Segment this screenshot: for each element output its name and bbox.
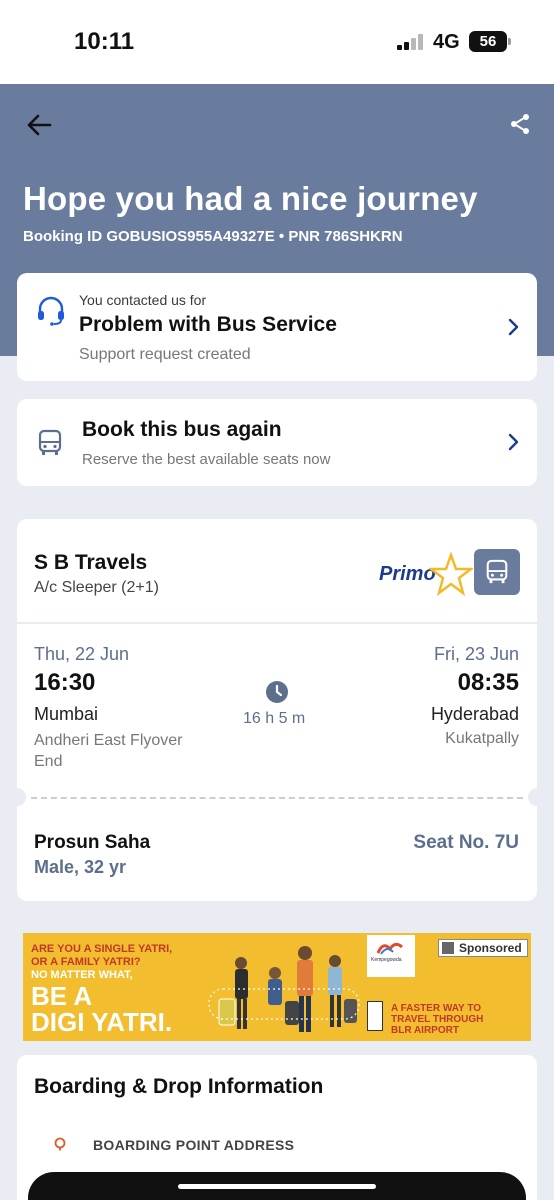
departure-city: Mumbai bbox=[34, 704, 99, 724]
star-icon bbox=[429, 552, 473, 596]
passenger-details: Male, 32 yr bbox=[34, 857, 127, 877]
ad-tagline-line: BLR AIRPORT bbox=[391, 1025, 459, 1036]
ad-headline-line: DIGI YATRI. bbox=[31, 1007, 173, 1037]
ad-headline-line: BE A bbox=[31, 981, 93, 1011]
arrival-city: Hyderabad bbox=[430, 704, 519, 724]
back-arrow-icon[interactable] bbox=[24, 110, 54, 140]
boarding-section-title: Boarding & Drop Information bbox=[34, 1075, 324, 1098]
passenger-name: Prosun Saha bbox=[34, 832, 151, 853]
primo-logo: Primo bbox=[379, 552, 473, 600]
divider bbox=[17, 622, 537, 624]
location-pin-icon bbox=[54, 1137, 66, 1151]
support-title: Problem with Bus Service bbox=[79, 313, 337, 336]
bus-icon bbox=[486, 559, 508, 584]
ad-line: NO MATTER WHAT, bbox=[31, 969, 133, 981]
bus-icon bbox=[38, 429, 62, 455]
network-label: 4G bbox=[433, 31, 460, 53]
arrival-time: 08:35 bbox=[457, 669, 519, 696]
departure-date: Thu, 22 Jun bbox=[34, 644, 130, 664]
bus-type: A/c Sleeper (2+1) bbox=[34, 579, 159, 596]
sponsored-label: Sponsored bbox=[459, 941, 522, 955]
headset-icon bbox=[38, 296, 64, 326]
arrival-date: Fri, 23 Jun bbox=[433, 644, 519, 664]
boarding-point-label: BOARDING POINT ADDRESS bbox=[93, 1137, 295, 1153]
share-icon[interactable] bbox=[508, 112, 532, 136]
ad-tagline-line: TRAVEL THROUGH bbox=[391, 1014, 484, 1025]
departure-point: Andheri East Flyover End bbox=[34, 732, 183, 770]
airport-logo-text: Kempegowda bbox=[371, 957, 402, 963]
ticket-notch bbox=[528, 788, 546, 806]
support-status: Support request created bbox=[79, 346, 251, 363]
sponsored-badge: Sponsored bbox=[438, 939, 528, 957]
signal-icon bbox=[397, 34, 427, 50]
ad-question: ARE YOU A SINGLE YATRI, OR A FAMILY YATR… bbox=[31, 943, 172, 969]
airport-logo: Kempegowda bbox=[367, 935, 415, 977]
book-again-subtitle: Reserve the best available seats now bbox=[82, 451, 331, 468]
ad-line: ARE YOU A SINGLE YATRI, bbox=[31, 943, 173, 955]
primo-label: Primo bbox=[379, 563, 436, 585]
bus-badge bbox=[474, 549, 520, 595]
arrival-point: Kukatpally bbox=[445, 730, 519, 747]
journey-duration: 16 h 5 m bbox=[243, 710, 306, 727]
status-time: 10:11 bbox=[74, 28, 135, 55]
ad-tagline-line: A FASTER WAY TO bbox=[391, 1003, 482, 1014]
ad-line: OR A FAMILY YATRI? bbox=[31, 956, 141, 968]
departure-time: 16:30 bbox=[34, 669, 96, 696]
battery-icon: 56 bbox=[469, 31, 511, 52]
home-indicator[interactable] bbox=[178, 1184, 376, 1189]
dashed-divider bbox=[31, 797, 523, 799]
ticket-notch bbox=[8, 788, 26, 806]
seat-number: Seat No. 7U bbox=[413, 832, 519, 853]
clock-icon bbox=[266, 681, 288, 703]
operator-name: S B Travels bbox=[34, 551, 148, 574]
travelers-illustration bbox=[208, 946, 360, 1032]
ad-tagline: A FASTER WAY TO TRAVEL THROUGH BLR AIRPO… bbox=[391, 1003, 483, 1036]
book-again-title: Book this bus again bbox=[82, 418, 282, 441]
support-subtitle: You contacted us for bbox=[79, 292, 207, 308]
chevron-right-icon bbox=[508, 318, 519, 336]
external-arrow-icon bbox=[442, 942, 454, 954]
sponsored-ad-banner[interactable]: ARE YOU A SINGLE YATRI, OR A FAMILY YATR… bbox=[23, 933, 531, 1041]
ad-headline: BE A DIGI YATRI. bbox=[31, 983, 172, 1035]
digi-yatra-logo bbox=[367, 1001, 383, 1031]
support-request-card[interactable]: You contacted us for Problem with Bus Se… bbox=[17, 273, 537, 381]
status-bar: 10:11 4G 56 bbox=[0, 0, 554, 84]
ticket-card: S B Travels A/c Sleeper (2+1) Primo Thu,… bbox=[8, 519, 546, 901]
booking-id: Booking ID GOBUSIOS955A49327E • PNR 786S… bbox=[23, 228, 403, 245]
page-title: Hope you had a nice journey bbox=[23, 180, 478, 217]
chevron-right-icon bbox=[508, 433, 519, 451]
book-again-card[interactable]: Book this bus again Reserve the best ava… bbox=[17, 399, 537, 486]
